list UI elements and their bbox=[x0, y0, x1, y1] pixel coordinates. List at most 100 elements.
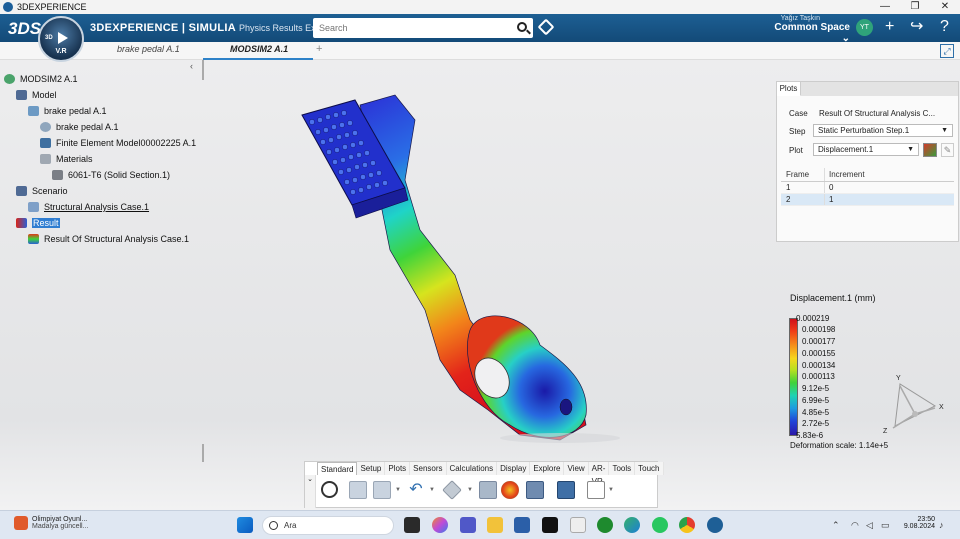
tab-modsim2[interactable]: MODSIM2 A.1 bbox=[230, 44, 288, 54]
tree-node-result[interactable]: Result bbox=[16, 216, 60, 230]
system-clock[interactable]: 23:50 9.08.2024 bbox=[900, 516, 935, 530]
help-icon[interactable]: ? bbox=[940, 18, 949, 36]
legend-value: 9.12e-5 bbox=[802, 384, 830, 393]
tree-node-label: Finite Element Model00002225 A.1 bbox=[56, 138, 197, 148]
tree-node-scenario[interactable]: Scenario bbox=[16, 184, 68, 198]
nvidia-icon[interactable] bbox=[542, 517, 558, 533]
chevron-down-icon[interactable]: ▼ bbox=[429, 487, 435, 493]
user-info[interactable]: Yağız Taşkın Common Space ⌄ bbox=[770, 15, 850, 44]
plots-panel: Plots Case Result Of Structural Analysis… bbox=[776, 81, 959, 242]
close-button[interactable]: ✕ bbox=[930, 0, 960, 14]
clock-time: 23:50 bbox=[917, 516, 935, 523]
window-controls: — ❐ ✕ bbox=[870, 0, 960, 14]
tab-display[interactable]: Display bbox=[497, 462, 531, 475]
search-box[interactable] bbox=[313, 18, 533, 38]
news-widget[interactable]: Olimpiyat Oyunl... Madalya güncell... bbox=[14, 516, 88, 530]
add-tab-button[interactable]: + bbox=[316, 43, 322, 55]
paste-icon[interactable] bbox=[373, 481, 391, 499]
chevron-down-icon[interactable]: ▼ bbox=[608, 487, 614, 493]
increment-cell: 1 bbox=[829, 195, 834, 204]
zoom-fit-icon[interactable] bbox=[321, 481, 338, 498]
xbox-icon[interactable] bbox=[597, 517, 613, 533]
tab-setup[interactable]: Setup bbox=[357, 462, 386, 475]
update-icon[interactable] bbox=[479, 481, 497, 499]
teams-icon[interactable] bbox=[460, 517, 476, 533]
step-select[interactable]: Static Perturbation Step.1 ▼ bbox=[813, 124, 953, 137]
tree-collapse-button[interactable]: ‹ bbox=[190, 61, 202, 71]
plots-panel-tab[interactable]: Plots bbox=[777, 82, 801, 96]
notification-bell-icon[interactable]: ♪ bbox=[939, 520, 944, 530]
tree-node-model[interactable]: Model bbox=[16, 88, 57, 102]
tag-icon[interactable] bbox=[537, 18, 555, 36]
tree-node-modsim2[interactable]: MODSIM2 A.1 bbox=[4, 72, 78, 86]
avatar[interactable]: YT bbox=[856, 19, 873, 36]
action-bar-toggle[interactable]: ⌄ bbox=[305, 475, 316, 508]
tree-node-result-of-case[interactable]: Result Of Structural Analysis Case.1 bbox=[28, 232, 189, 246]
tab-plots[interactable]: Plots bbox=[385, 462, 411, 475]
search-input[interactable] bbox=[313, 18, 503, 38]
tab-brake-pedal[interactable]: brake pedal A.1 bbox=[117, 44, 180, 54]
tab-calculations[interactable]: Calculations bbox=[446, 462, 498, 475]
select-icon[interactable] bbox=[442, 480, 462, 500]
chevron-down-icon[interactable]: ▼ bbox=[395, 487, 401, 493]
maximize-button[interactable]: ❐ bbox=[900, 0, 930, 14]
taskbar-search[interactable]: Ara bbox=[262, 516, 394, 535]
tab-tools[interactable]: Tools bbox=[609, 462, 636, 475]
checklist-icon[interactable] bbox=[587, 481, 605, 499]
legend-value: 0.000134 bbox=[802, 361, 836, 370]
compute-icon[interactable] bbox=[501, 481, 519, 499]
undo-icon[interactable]: ↶ bbox=[407, 481, 425, 499]
wifi-icon[interactable]: ◠ bbox=[851, 520, 859, 531]
edge-icon[interactable] bbox=[624, 517, 640, 533]
deformation-scale: Deformation scale: 1.14e+5 bbox=[790, 441, 889, 450]
chevron-down-icon[interactable]: ▼ bbox=[467, 487, 473, 493]
chrome-icon[interactable] bbox=[679, 517, 695, 533]
tab-standard[interactable]: Standard bbox=[317, 462, 358, 475]
tree-node-brake-pedal-part[interactable]: brake pedal A.1 bbox=[28, 104, 107, 118]
add-icon[interactable]: + bbox=[885, 18, 894, 36]
tree-node-fem[interactable]: Finite Element Model00002225 A.1 bbox=[40, 136, 196, 150]
tab-sensors[interactable]: Sensors bbox=[410, 462, 447, 475]
chevron-up-icon[interactable]: ⌃ bbox=[832, 520, 840, 531]
copy-icon[interactable] bbox=[349, 481, 367, 499]
axis-triad[interactable]: Y X Z bbox=[883, 375, 945, 436]
minimize-button[interactable]: — bbox=[870, 0, 900, 14]
tree-node-brake-pedal-body[interactable]: brake pedal A.1 bbox=[40, 120, 119, 134]
task-view-icon[interactable] bbox=[404, 517, 420, 533]
3dexperience-icon[interactable] bbox=[707, 517, 723, 533]
battery-icon[interactable]: ▭ bbox=[881, 520, 890, 531]
file-explorer-icon[interactable] bbox=[487, 517, 503, 533]
whatsapp-icon[interactable] bbox=[652, 517, 668, 533]
play-icon[interactable] bbox=[58, 32, 68, 44]
start-icon[interactable] bbox=[237, 517, 253, 533]
tab-touch[interactable]: Touch bbox=[635, 462, 664, 475]
legend-value: 0.000198 bbox=[802, 325, 836, 334]
fullscreen-icon[interactable]: ⤢ bbox=[940, 44, 954, 58]
tree-node-structural-case[interactable]: Structural Analysis Case.1 bbox=[28, 200, 149, 214]
color-scale-bar bbox=[789, 318, 798, 436]
compass-widget[interactable]: 3D V.R bbox=[38, 16, 84, 62]
copilot-icon[interactable] bbox=[432, 517, 448, 533]
collaborative-space[interactable]: Common Space ⌄ bbox=[770, 22, 850, 44]
share-icon[interactable]: ↪ bbox=[910, 18, 923, 36]
table-row[interactable]: 1 0 bbox=[781, 182, 954, 194]
table-row[interactable]: 2 1 bbox=[781, 194, 954, 206]
store-icon[interactable] bbox=[514, 517, 530, 533]
display-icon[interactable] bbox=[557, 481, 575, 499]
plot-settings-icon[interactable] bbox=[923, 143, 937, 157]
volume-icon[interactable]: ◁ bbox=[866, 520, 873, 531]
3ds-logo[interactable]: 3DS bbox=[8, 19, 41, 39]
search-icon[interactable] bbox=[517, 22, 527, 32]
step-label: Step bbox=[789, 127, 806, 136]
simulation-status-icon[interactable] bbox=[526, 481, 544, 499]
plot-select[interactable]: Displacement.1 ▼ bbox=[813, 143, 919, 156]
edit-icon[interactable]: ✎ bbox=[941, 143, 954, 157]
tree-splitter-handle[interactable] bbox=[202, 444, 204, 462]
vector-app-icon[interactable] bbox=[570, 517, 586, 533]
tab-explore[interactable]: Explore bbox=[530, 462, 565, 475]
tree-node-materials[interactable]: Materials bbox=[40, 152, 93, 166]
tab-view[interactable]: View bbox=[564, 462, 589, 475]
tab-ar-vr[interactable]: AR-VR bbox=[588, 462, 610, 486]
tree-node-material-6061[interactable]: 6061-T6 (Solid Section.1) bbox=[52, 168, 170, 182]
tree-splitter[interactable] bbox=[202, 60, 204, 80]
